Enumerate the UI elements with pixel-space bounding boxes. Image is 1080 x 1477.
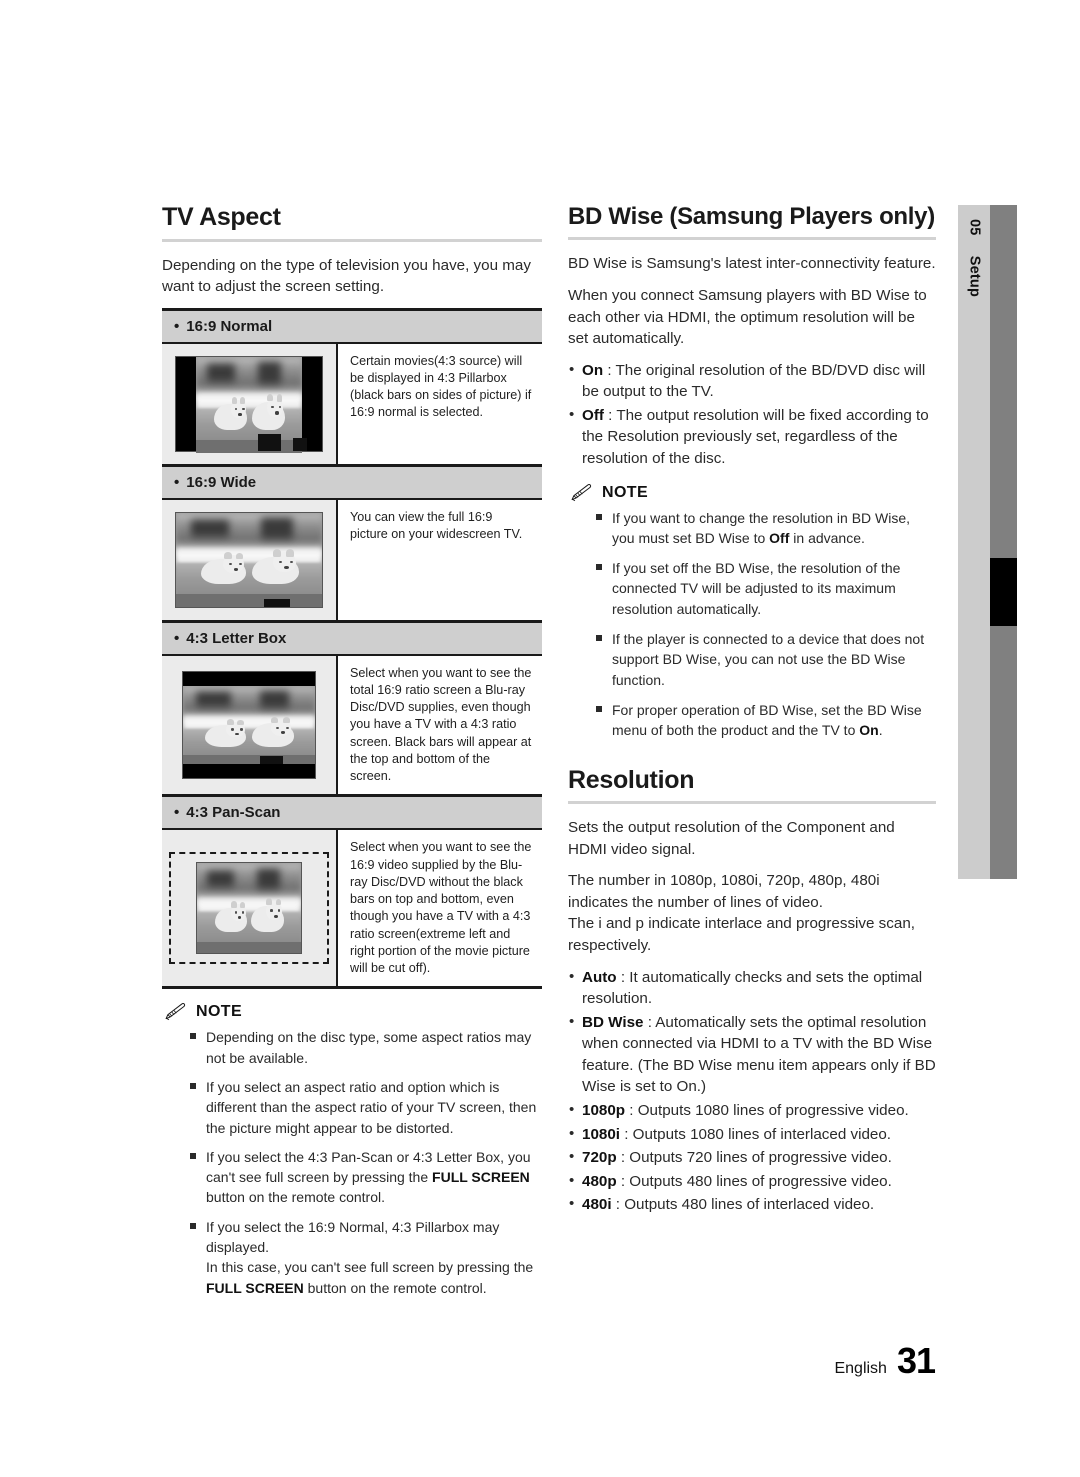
chapter-number: 05 xyxy=(966,219,983,236)
option-term: 480i xyxy=(582,1196,612,1214)
option-description: : The original resolution of the BD/DVD … xyxy=(582,361,926,401)
note-label-right: NOTE xyxy=(602,483,649,501)
note-header-right: NOTE xyxy=(570,484,936,502)
note-item: Depending on the disc type, some aspect … xyxy=(190,1027,542,1068)
option-description: : It automatically checks and sets the o… xyxy=(582,968,923,1008)
option-description: : Outputs 480 lines of progressive video… xyxy=(616,1172,892,1190)
page-title-tv-aspect: TV Aspect xyxy=(162,203,281,231)
aspect-row: • 4:3 Letter Box Select when you want to s… xyxy=(162,619,542,795)
footer-language: English xyxy=(834,1360,887,1377)
panscan-puppies-photo xyxy=(162,830,338,987)
aspect-row-label: • 16:9 Normal xyxy=(162,310,542,344)
note-label-left: NOTE xyxy=(196,1003,243,1021)
paragraph: BD Wise is Samsung's latest inter-connec… xyxy=(568,255,936,273)
resolution-rule xyxy=(568,801,936,805)
aspect-label-text: 16:9 Normal xyxy=(186,317,273,335)
note-item: If you set off the BD Wise, the resoluti… xyxy=(596,558,936,619)
aspect-label-text: 4:3 Letter Box xyxy=(186,629,287,647)
bullet-dot: • xyxy=(174,317,180,335)
option-item: BD Wise : Automatically sets the optimal… xyxy=(568,1011,936,1098)
right-column: BD Wise (Samsung Players only) BD Wise i… xyxy=(568,203,936,1218)
aspect-row-description: Certain movies(4:3 source) will be displ… xyxy=(338,343,542,464)
note-header-left: NOTE xyxy=(164,1003,542,1021)
option-item: On : The original resolution of the BD/D… xyxy=(568,359,936,403)
aspect-row-body: Select when you want to see the total 16… xyxy=(162,655,542,795)
option-item: 720p : Outputs 720 lines of progressive … xyxy=(568,1146,936,1169)
aspect-row: • 16:9 Normal Certain movies(4:3 source) w… xyxy=(162,310,542,464)
option-item: Off : The output resolution will be fixe… xyxy=(568,404,936,470)
chapter-tab-text: 05 Setup xyxy=(958,205,990,385)
option-term: Auto xyxy=(582,968,617,986)
option-description: : Outputs 1080 lines of progressive vide… xyxy=(625,1102,909,1119)
page-title-resolution: Resolution xyxy=(568,765,695,794)
manual-page: 05 Setup TV Aspect Depending on the type… xyxy=(0,0,1080,1477)
option-item: Auto : It automatically checks and sets … xyxy=(568,966,936,1010)
aspect-row-description: You can view the full 16:9 picture on yo… xyxy=(338,499,542,620)
widescreen-puppies-photo xyxy=(162,499,338,620)
option-item: 480p : Outputs 480 lines of progressive … xyxy=(568,1170,936,1193)
option-description: : Outputs 480 lines of interlaced video. xyxy=(611,1196,875,1214)
bullet-dot: • xyxy=(174,473,180,491)
bd-wise-paragraphs: BD Wise is Samsung's latest inter-connec… xyxy=(568,253,936,349)
option-description: : Outputs 720 lines of progressive video… xyxy=(616,1149,892,1167)
note-list-right: If you want to change the resolution in … xyxy=(568,508,936,741)
aspect-label-text: 4:3 Pan-Scan xyxy=(186,804,281,822)
option-term: Off xyxy=(582,406,604,424)
chapter-tab-marker xyxy=(990,558,1017,626)
bd-wise-rule xyxy=(568,237,936,241)
note-item: If you select the 4:3 Pan-Scan or 4:3 Le… xyxy=(190,1147,542,1208)
pencil-icon xyxy=(165,1003,186,1021)
option-term: BD Wise xyxy=(582,1013,644,1031)
left-column: TV Aspect Depending on the type of telev… xyxy=(162,203,542,1307)
aspect-row-body: You can view the full 16:9 picture on yo… xyxy=(162,499,542,620)
option-item: 1080i : Outputs 1080 lines of interlaced… xyxy=(568,1123,936,1146)
option-item: 1080p : Outputs 1080 lines of progressiv… xyxy=(568,1099,936,1122)
option-item: 480i : Outputs 480 lines of interlaced v… xyxy=(568,1193,936,1216)
aspect-row-body: Select when you want to see the 16:9 vid… xyxy=(162,830,542,987)
resolution-paragraphs: Sets the output resolution of the Compon… xyxy=(568,817,936,956)
bd-wise-options: On : The original resolution of the BD/D… xyxy=(568,359,936,470)
aspect-row-description: Select when you want to see the 16:9 vid… xyxy=(338,830,542,987)
note-list-left: Depending on the disc type, some aspect … xyxy=(162,1027,542,1298)
note-item: For proper operation of BD Wise, set the… xyxy=(596,700,936,741)
note-item: If you want to change the resolution in … xyxy=(596,508,936,549)
letterbox-puppies-photo xyxy=(162,655,338,795)
chapter-label: Setup xyxy=(966,255,983,298)
option-description: : Outputs 1080 lines of interlaced video… xyxy=(620,1125,892,1143)
note-item: If the player is connected to a device t… xyxy=(596,629,936,690)
option-term: 1080p xyxy=(582,1102,626,1119)
aspect-row-body: Certain movies(4:3 source) will be displ… xyxy=(162,343,542,464)
aspect-row-label: • 16:9 Wide xyxy=(162,466,542,500)
pencil-icon xyxy=(571,483,592,501)
note-item: If you select the 16:9 Normal, 4:3 Pilla… xyxy=(190,1217,542,1298)
aspect-row-label: • 4:3 Letter Box xyxy=(162,622,542,656)
page-title-bd-wise: BD Wise (Samsung Players only) xyxy=(568,203,935,230)
tv-aspect-intro: Depending on the type of television you … xyxy=(162,256,531,296)
option-description: : The output resolution will be fixed ac… xyxy=(582,406,929,468)
aspect-row-label: • 4:3 Pan-Scan xyxy=(162,797,542,831)
option-term: 1080i xyxy=(582,1125,621,1143)
option-term: 480p xyxy=(582,1172,617,1190)
bullet-dot: • xyxy=(174,804,180,822)
pillarbox-puppies-photo xyxy=(162,343,338,464)
aspect-row: • 4:3 Pan-Scan Select when you want to see… xyxy=(162,794,542,987)
paragraph: When you connect Samsung players with BD… xyxy=(568,286,927,348)
aspect-row-description: Select when you want to see the total 16… xyxy=(338,655,542,795)
option-term: On xyxy=(582,361,604,379)
bullet-dot: • xyxy=(174,629,180,647)
resolution-options: Auto : It automatically checks and sets … xyxy=(568,966,936,1216)
tv-aspect-table: • 16:9 Normal Certain movies(4:3 source) w… xyxy=(162,307,542,990)
title-rule xyxy=(162,238,542,242)
chapter-tab-strip-dark xyxy=(990,205,1017,879)
option-term: 720p xyxy=(582,1149,617,1167)
footer-page-number: 31 xyxy=(896,1340,936,1381)
page-footer: English 31 xyxy=(834,1340,936,1382)
paragraph: Sets the output resolution of the Compon… xyxy=(568,819,895,858)
aspect-row: • 16:9 Wide You can view the full 16:9 pic… xyxy=(162,463,542,620)
paragraph: The number in 1080p, 1080i, 720p, 480p, … xyxy=(568,872,915,954)
aspect-label-text: 16:9 Wide xyxy=(186,473,257,491)
note-item: If you select an aspect ratio and option… xyxy=(190,1077,542,1138)
